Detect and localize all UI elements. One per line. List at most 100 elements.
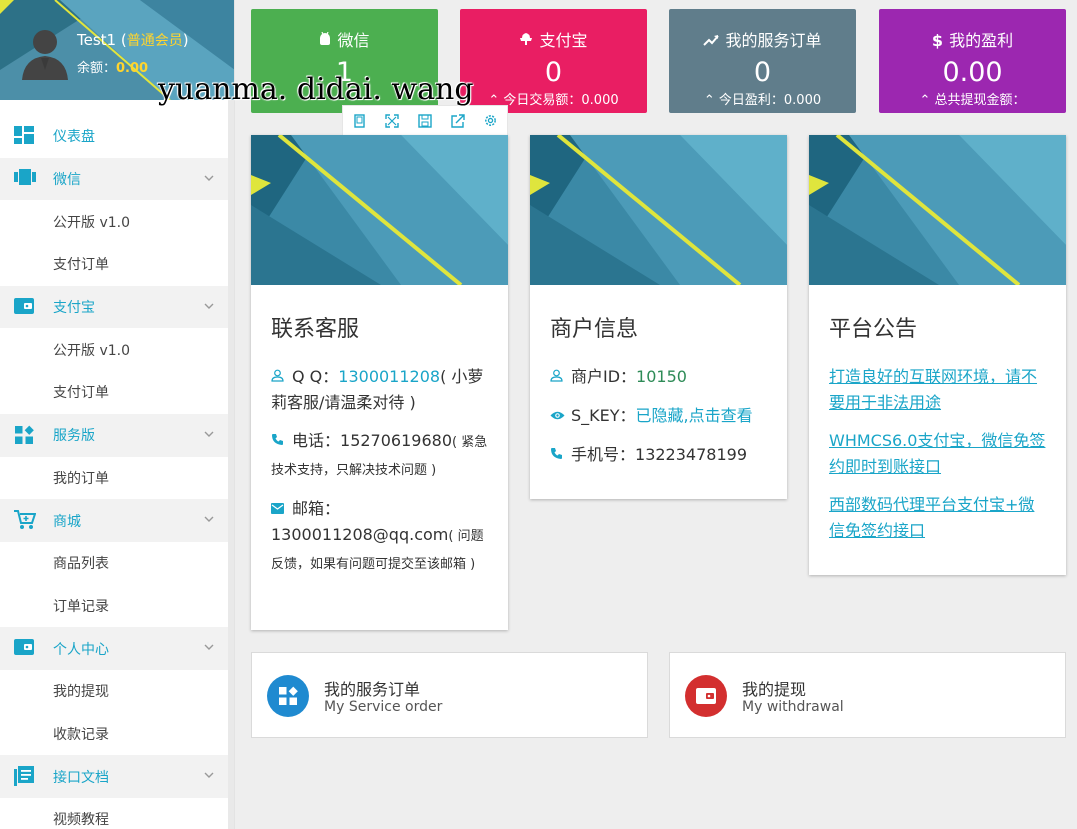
- wallet-icon: [14, 297, 36, 317]
- stat-title: 我的服务订单: [669, 31, 856, 51]
- trending-up-icon: [703, 31, 720, 51]
- phone-label: 电话：: [292, 431, 341, 450]
- sidebar-item-1[interactable]: 微信: [0, 157, 228, 201]
- stat-sub: ⌃ 今日盈利：0.000: [669, 92, 856, 110]
- qq-label: Q Q：: [292, 367, 339, 386]
- wallet-icon: [685, 675, 727, 717]
- card-title: 平台公告: [829, 317, 918, 342]
- card-banner-image: [251, 135, 508, 285]
- share-icon[interactable]: [441, 106, 474, 135]
- box-title: 我的提现: [742, 680, 807, 699]
- notice-card: 平台公告 打造良好的互联网环境，请不要用于非法用途 WHMCS6.0支付宝，微信…: [809, 135, 1066, 575]
- document-icon: [14, 766, 36, 787]
- stat-title: $ 我的盈利: [879, 31, 1066, 51]
- sidebar-subitem-16[interactable]: 视频教程: [0, 798, 228, 829]
- box-subtitle: My Service order: [324, 699, 443, 715]
- merchant-id-label: 商户ID：: [571, 367, 637, 386]
- sidebar-subitem-label: 商品列表: [53, 556, 109, 573]
- chevron-down-icon[interactable]: [203, 428, 215, 440]
- stat-title: 微信: [251, 31, 438, 51]
- card-title: 商户信息: [550, 317, 639, 342]
- box-subtitle: My withdrawal: [742, 699, 844, 715]
- support-phone-line: 电话：15270619680( 紧急技术支持，只解决技术问题 ): [271, 428, 488, 484]
- sidebar-subitem-6[interactable]: 支付订单: [0, 371, 228, 414]
- card-toolbar: [342, 105, 508, 136]
- user-icon: [271, 364, 286, 390]
- stat-title-text: 我的服务订单: [725, 31, 822, 50]
- chevron-down-icon[interactable]: [203, 172, 215, 184]
- merchant-mobile-line: 手机号：13223478199: [550, 442, 767, 468]
- stat-sub-text: 今日交易额：0.000: [503, 93, 619, 108]
- sidebar-item-label: 支付宝: [53, 300, 95, 317]
- dashboard-icon: [14, 126, 36, 146]
- sidebar-subitem-label: 公开版 v1.0: [53, 214, 130, 231]
- sidebar-scrollbar[interactable]: [228, 100, 234, 829]
- sidebar: Test1 (普通会员) 余额：0.00 仪表盘 微信 公开版 v1.0 支付订单 支付…: [0, 0, 235, 829]
- widgets-icon: [14, 425, 36, 445]
- copy-icon[interactable]: [343, 106, 376, 135]
- sidebar-item-label: 商城: [53, 513, 81, 530]
- sidebar-subitem-label: 我的订单: [53, 470, 109, 487]
- notice-link[interactable]: 打造良好的互联网环境，请不要用于非法用途: [829, 364, 1046, 416]
- sidebar-subitem-14[interactable]: 收款记录: [0, 712, 228, 756]
- save-icon[interactable]: [409, 106, 442, 135]
- sidebar-subitem-label: 支付订单: [53, 257, 109, 274]
- chevron-down-icon[interactable]: [203, 641, 215, 653]
- sidebar-subitem-5[interactable]: 公开版 v1.0: [0, 328, 228, 372]
- balance-label: 余额：: [77, 61, 117, 76]
- skey-label: S_KEY：: [571, 406, 636, 425]
- notice-link[interactable]: WHMCS6.0支付宝，微信免签约即时到账接口: [829, 428, 1046, 480]
- card-banner-image: [530, 135, 787, 285]
- sidebar-subitem-11[interactable]: 订单记录: [0, 584, 228, 628]
- support-qq-line: Q Q：1300011208( 小萝莉客服/请温柔对待 ): [271, 364, 488, 416]
- merchant-card: 商户信息 商户ID：10150 S_KEY：已隐藏,点击查看 手机号：13223…: [530, 135, 787, 499]
- qq-value[interactable]: 1300011208: [338, 367, 440, 386]
- stat-value: 0: [544, 57, 563, 88]
- withdrawal-box[interactable]: 我的提现 My withdrawal: [669, 652, 1066, 738]
- chevron-up-icon: ⌃: [919, 93, 935, 108]
- sidebar-item-7[interactable]: 服务版: [0, 413, 228, 457]
- stat-title: 支付宝: [460, 31, 647, 51]
- chevron-up-icon: ⌃: [703, 93, 719, 108]
- profile-balance: 余额：0.00: [77, 57, 148, 76]
- eye-icon: [550, 403, 565, 429]
- sidebar-item-label: 仪表盘: [53, 129, 95, 146]
- notice-link[interactable]: 西部数码代理平台支付宝+微信免签约接口: [829, 492, 1046, 544]
- service-order-box[interactable]: 我的服务订单 My Service order: [251, 652, 648, 738]
- fullscreen-icon[interactable]: [376, 106, 409, 135]
- skey-reveal-link[interactable]: 已隐藏,点击查看: [636, 406, 753, 425]
- phone-value: 15270619680: [340, 431, 452, 450]
- android-icon: [319, 31, 331, 51]
- stat-card-service-orders[interactable]: 我的服务订单 0 ⌃ 今日盈利：0.000: [669, 9, 856, 113]
- sidebar-subitem-label: 视频教程: [53, 812, 109, 829]
- stat-sub: ⌃ 总共提现金额：: [879, 92, 1066, 110]
- chevron-down-icon[interactable]: [203, 300, 215, 312]
- sidebar-subitem-3[interactable]: 支付订单: [0, 243, 228, 286]
- settings-icon[interactable]: [474, 106, 507, 135]
- level-close: ): [182, 31, 189, 49]
- mobile-value: 13223478199: [635, 445, 747, 464]
- sidebar-subitem-8[interactable]: 我的订单: [0, 456, 228, 500]
- sidebar-item-0[interactable]: 仪表盘: [0, 115, 228, 158]
- sidebar-item-label: 服务版: [53, 428, 95, 445]
- sidebar-item-9[interactable]: 商城: [0, 499, 228, 542]
- sidebar-item-12[interactable]: 个人中心: [0, 627, 228, 670]
- chevron-down-icon[interactable]: [203, 769, 215, 781]
- sidebar-subitem-2[interactable]: 公开版 v1.0: [0, 200, 228, 244]
- sidebar-item-4[interactable]: 支付宝: [0, 285, 228, 329]
- stat-card-profit[interactable]: $ 我的盈利 0.00 ⌃ 总共提现金额：: [879, 9, 1066, 113]
- stat-title-text: 我的盈利: [949, 31, 1014, 50]
- stat-sub-text: 今日盈利：0.000: [718, 93, 822, 108]
- stat-card-alipay[interactable]: 支付宝 0 ⌃ 今日交易额：0.000: [460, 9, 647, 113]
- sidebar-item-label: 个人中心: [53, 641, 109, 658]
- stat-value: 0: [753, 57, 772, 88]
- sidebar-item-15[interactable]: 接口文档: [0, 755, 228, 798]
- sidebar-item-label: 接口文档: [53, 769, 109, 786]
- sidebar-subitem-13[interactable]: 我的提现: [0, 669, 228, 713]
- avatar[interactable]: [20, 24, 70, 80]
- chevron-down-icon[interactable]: [203, 513, 215, 525]
- stat-sub-text: 总共提现金额：: [934, 93, 1026, 108]
- sidebar-subitem-10[interactable]: 商品列表: [0, 541, 228, 585]
- watermark-text: yuanma. didai. wang: [158, 72, 474, 107]
- phone-icon: [550, 442, 565, 468]
